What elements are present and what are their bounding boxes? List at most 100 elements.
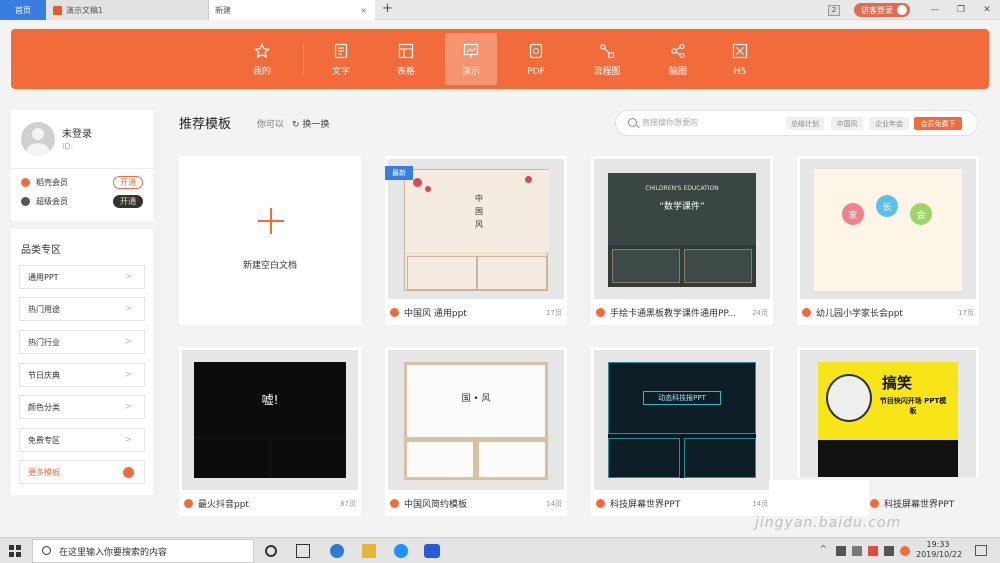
search-chip[interactable]: 总结计划 (786, 117, 824, 130)
category-item[interactable]: 免费专区 > (19, 428, 145, 452)
notification-icon[interactable] (975, 545, 987, 556)
apptab-spreadsheet[interactable]: 表格 (380, 33, 432, 85)
taskbar-search-placeholder: 在这里输入你要搜索的内容 (59, 547, 168, 558)
taskbar-search[interactable]: 在这里输入你要搜索的内容 (32, 539, 254, 563)
file-explorer-icon[interactable] (362, 544, 376, 558)
apptab-writer[interactable]: 文字 (315, 33, 367, 85)
cortana-icon[interactable] (265, 545, 277, 557)
more-templates-button[interactable]: 更多模板 (19, 460, 145, 484)
window-count-badge[interactable]: 2 (828, 4, 840, 16)
category-title: 品类专区 (21, 245, 61, 256)
slide-preview: 家 长 会 (814, 169, 962, 291)
search-icon (42, 546, 51, 555)
app-type-bar: 我的 文字 表格 演示 PDF 流程图 脑图 H5 (11, 29, 989, 89)
card-footer: 科技屏幕世界PPT (870, 497, 954, 510)
search-chip[interactable]: 中国风 (831, 117, 863, 130)
apptab-mine[interactable]: 我的 (236, 33, 288, 85)
activate-super-button[interactable]: 开通 (113, 195, 143, 208)
apptab-presentation[interactable]: 演示 (445, 33, 497, 85)
tab-new[interactable]: 新建 × (209, 0, 375, 20)
wps-tray-icon[interactable] (900, 546, 910, 556)
category-item[interactable]: 热门行业 > (19, 330, 145, 354)
close-tab-icon[interactable]: × (360, 6, 367, 15)
template-card[interactable]: 中国风 最新 中国风 通用ppt 17页 (385, 156, 567, 325)
restore-icon[interactable]: ❐ (948, 5, 974, 15)
apptab-label: 流程图 (593, 67, 621, 77)
apptab-h5[interactable]: H5 (714, 33, 766, 85)
page-count: 24页 (752, 308, 768, 317)
activate-docer-button[interactable]: 开通 (113, 176, 143, 189)
clock[interactable]: 19:33 2019/10/22 (916, 540, 963, 560)
refresh-icon: ↻ (292, 120, 303, 130)
category-item[interactable]: 颜色分类 > (19, 395, 145, 419)
category-label: 颜色分类 (28, 402, 60, 412)
slide-preview: 嘘! (194, 362, 346, 478)
guest-login-button[interactable]: 访客登录 (854, 3, 910, 17)
template-title: 中国风简约模板 (404, 500, 468, 510)
ie-icon[interactable] (394, 544, 408, 558)
clock-date: 2019/10/22 (916, 550, 963, 559)
tab-presentation[interactable]: 演示文稿1 (47, 0, 209, 20)
slide-text: 会 (910, 203, 932, 225)
chevron-right-icon: > (124, 402, 132, 412)
template-card[interactable]: 动态科技报PPT 科技屏幕世界PPT 14页 (591, 347, 773, 516)
minimize-icon[interactable]: — (922, 5, 948, 15)
page-count: 17页 (546, 308, 562, 317)
chevron-up-icon[interactable]: ^ (820, 544, 830, 554)
category-item[interactable]: 节日庆典 > (19, 363, 145, 387)
slide-title: “数学课件” (659, 202, 705, 212)
template-card[interactable]: CHILDREN'S EDUCATION “数学课件” 手绘卡通黑板教学课件通用… (591, 156, 773, 325)
card-footer: 中国风 通用ppt 17页 (390, 306, 562, 319)
wps-icon[interactable] (424, 544, 440, 558)
member-name: 超级会员 (36, 197, 68, 206)
template-title: 科技屏幕世界PPT (610, 500, 681, 510)
category-item[interactable]: 热门用途 > (19, 297, 145, 321)
user-name[interactable]: 未登录 (62, 125, 92, 140)
ime-icon[interactable] (884, 546, 894, 556)
apptab-pdf[interactable]: PDF (510, 33, 562, 85)
docer-member-icon (21, 178, 30, 187)
overlay-fragment (769, 480, 869, 516)
template-card[interactable]: 国 • 风 中国风简约模板 14页 (385, 347, 567, 516)
task-view-icon[interactable] (296, 544, 310, 558)
page-title: 推荐模板 (179, 117, 232, 132)
docer-icon (870, 499, 879, 508)
windows-start-icon[interactable] (9, 545, 21, 557)
slide-preview: 搞笑 节目快闪开场 PPT模板 (818, 362, 958, 477)
close-window-icon[interactable]: ✕ (974, 5, 1000, 15)
h5-icon (732, 43, 748, 59)
template-card[interactable]: 嘘! 最火抖音ppt 87页 (179, 347, 361, 516)
refresh-label: 换一换 (302, 120, 330, 130)
volume-icon[interactable] (852, 546, 862, 556)
page-count: 14页 (752, 499, 768, 508)
apptab-flowchart[interactable]: 流程图 (581, 33, 633, 85)
docer-icon (596, 308, 605, 317)
app-window: 首页 演示文稿1 新建 × + 2 访客登录 — ❐ ✕ 我的 文字 表格 演示… (0, 0, 1000, 563)
apptab-label: H5 (733, 67, 747, 77)
tray-app-icon[interactable] (868, 546, 878, 556)
new-blank-document-card[interactable]: 新建空白文档 (179, 156, 361, 325)
card-footer: 中国风简约模板 14页 (390, 497, 562, 510)
slide-text: 家 (842, 203, 864, 225)
avatar-icon (897, 5, 907, 15)
flowchart-icon (599, 43, 615, 59)
apptab-mindmap[interactable]: 脑图 (652, 33, 704, 85)
search-chip[interactable]: 企业年会 (869, 117, 909, 130)
star-icon (254, 43, 270, 59)
add-tab-button[interactable]: + (382, 1, 393, 16)
avatar[interactable] (21, 122, 55, 156)
template-card[interactable]: 家 长 会 幼儿园小学家长会ppt 17页 (797, 156, 979, 325)
refresh-button[interactable]: ↻ 换一换 (292, 117, 329, 130)
edge-icon[interactable] (330, 544, 344, 558)
card-footer: 手绘卡通黑板教学课件通用PP... 24页 (596, 306, 768, 319)
taskbar: 在这里输入你要搜索的内容 ^ 19:33 2019/10/22 (0, 537, 1000, 563)
search-input[interactable] (642, 118, 782, 127)
tab-home[interactable]: 首页 (0, 0, 46, 20)
vip-free-button[interactable]: 会员免费下 (914, 117, 962, 130)
template-title: 科技屏幕世界PPT (884, 500, 955, 510)
category-item[interactable]: 通用PPT > (19, 265, 145, 289)
pdf-icon (528, 43, 544, 59)
template-card[interactable]: 搞笑 节目快闪开场 PPT模板 (797, 347, 979, 477)
window-controls: 2 访客登录 — ❐ ✕ (828, 0, 1000, 20)
network-icon[interactable] (836, 546, 846, 556)
